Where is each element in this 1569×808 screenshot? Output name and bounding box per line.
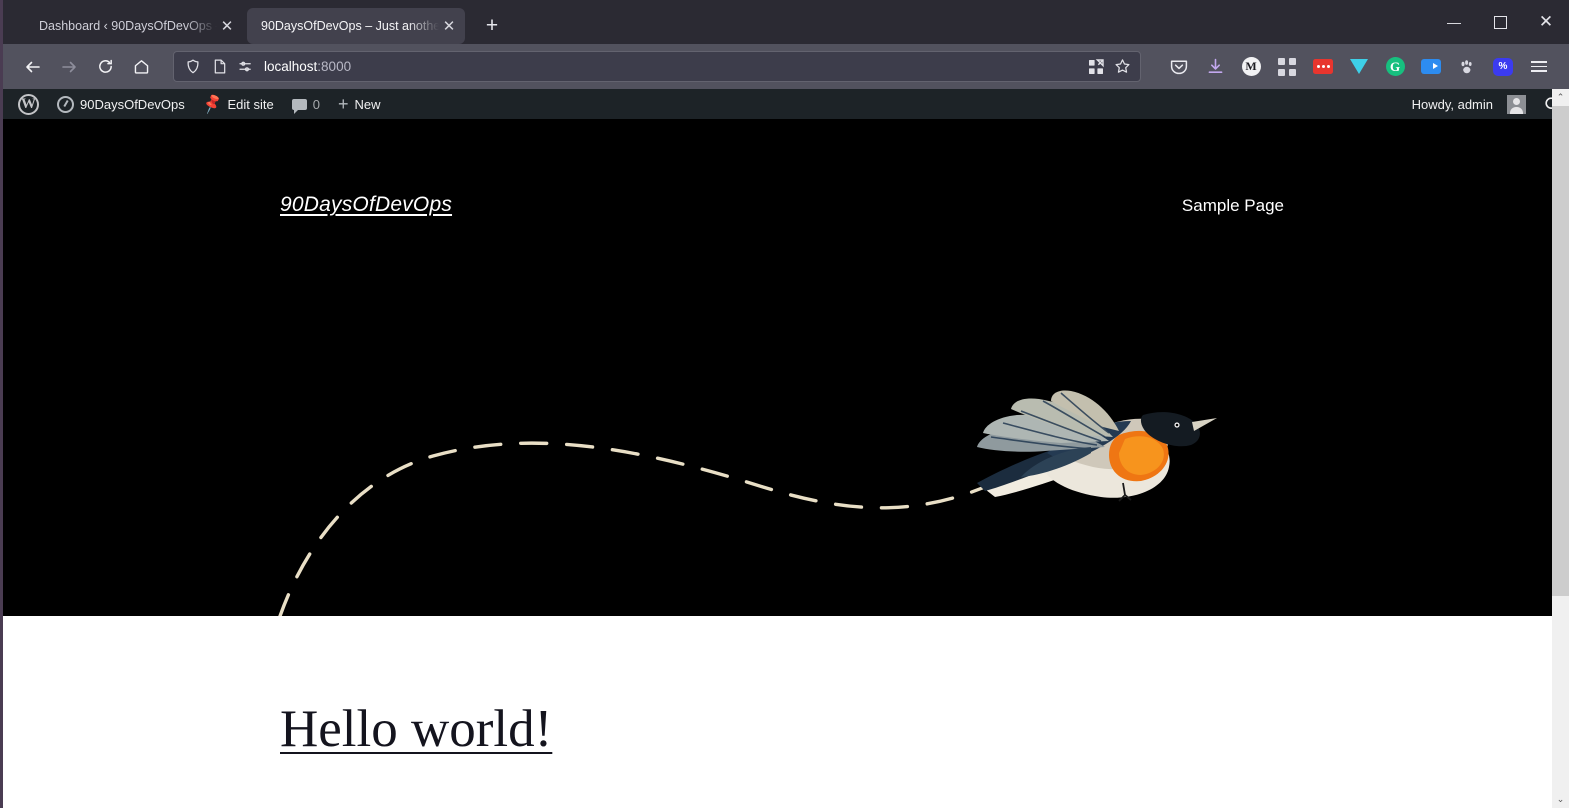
container-glyph xyxy=(1088,58,1104,74)
document-glyph xyxy=(214,59,225,74)
grammarly-icon[interactable]: G xyxy=(1377,50,1413,84)
admin-bar-site-name[interactable]: 90DaysOfDevOps xyxy=(48,89,194,119)
video-camera-icon[interactable] xyxy=(1413,50,1449,84)
star-glyph xyxy=(1115,59,1130,73)
edit-site-label: Edit site xyxy=(227,96,274,112)
site-header: 90DaysOfDevOps Sample Page xyxy=(280,193,1284,217)
hamburger-glyph xyxy=(1531,60,1547,73)
bookmark-star-icon[interactable] xyxy=(1113,57,1132,76)
paw-icon[interactable] xyxy=(1449,50,1485,84)
back-button[interactable] xyxy=(15,50,51,84)
pocket-icon[interactable] xyxy=(1161,50,1197,84)
url-host: localhost xyxy=(264,59,318,74)
window-close-button[interactable]: ✕ xyxy=(1523,0,1569,44)
paw-glyph xyxy=(1461,59,1472,73)
diamond-glyph xyxy=(1350,59,1368,74)
howdy-label: Howdy, admin xyxy=(1411,96,1493,112)
scroll-up-button[interactable]: ⌃ xyxy=(1552,89,1569,106)
scrollbar-thumb[interactable] xyxy=(1552,106,1569,596)
tab-close-icon[interactable]: ✕ xyxy=(217,16,237,36)
url-text[interactable]: localhost:8000 xyxy=(264,59,1078,74)
blue-tag-glyph: % xyxy=(1493,57,1513,76)
forward-button[interactable] xyxy=(51,50,87,84)
reload-button[interactable] xyxy=(87,50,123,84)
flight-trail-path xyxy=(278,441,1005,616)
recorder-glyph xyxy=(1313,59,1333,74)
downloads-icon[interactable] xyxy=(1197,50,1233,84)
scroll-down-button[interactable]: ⌄ xyxy=(1552,791,1569,808)
reload-icon xyxy=(98,59,112,73)
new-tab-button[interactable]: + xyxy=(475,9,509,43)
grammarly-glyph: G xyxy=(1385,57,1405,76)
extensions-toolbar: M G % xyxy=(1155,50,1557,84)
tab-title: 90DaysOfDevOps – Just another Wo xyxy=(261,19,439,33)
scrollbar-track[interactable] xyxy=(1552,106,1569,791)
permissions-icon[interactable] xyxy=(237,57,256,76)
shield-glyph xyxy=(186,59,199,74)
comment-bubble-icon xyxy=(291,98,307,114)
browser-window: Dashboard ‹ 90DaysOfDevOps — Wo ✕ 90Days… xyxy=(0,0,1569,808)
admin-bar-comments[interactable]: 0 xyxy=(283,89,329,119)
site-hero: 90DaysOfDevOps Sample Page xyxy=(3,119,1569,616)
url-port: :8000 xyxy=(317,59,352,74)
metamask-glyph: M xyxy=(1241,57,1261,76)
sliders-glyph xyxy=(239,61,251,72)
window-controls: — ✕ xyxy=(1431,0,1569,44)
admin-bar-right: Howdy, admin xyxy=(1403,89,1569,119)
tab-title: Dashboard ‹ 90DaysOfDevOps — Wo xyxy=(39,19,217,33)
admin-bar-my-account[interactable]: Howdy, admin xyxy=(1403,89,1535,119)
camera-glyph xyxy=(1421,59,1441,74)
browser-tab-dashboard[interactable]: Dashboard ‹ 90DaysOfDevOps — Wo ✕ xyxy=(25,8,243,44)
window-maximize-button[interactable] xyxy=(1477,0,1523,44)
dashboard-icon xyxy=(57,95,74,113)
site-navigation: Sample Page xyxy=(1182,196,1284,216)
diamond-icon[interactable] xyxy=(1341,50,1377,84)
home-button[interactable] xyxy=(123,50,159,84)
tab-close-icon[interactable]: ✕ xyxy=(439,16,459,36)
pocket-glyph xyxy=(1170,59,1188,74)
site-title-link[interactable]: 90DaysOfDevOps xyxy=(280,193,452,217)
nav-link-sample-page[interactable]: Sample Page xyxy=(1182,196,1284,216)
wp-admin-bar: W 90DaysOfDevOps 📌 Edit site 0 + New How… xyxy=(3,89,1569,119)
window-minimize-button[interactable]: — xyxy=(1431,0,1477,44)
navigation-toolbar: localhost:8000 M G % xyxy=(3,44,1569,89)
browser-tab-site[interactable]: 90DaysOfDevOps – Just another Wo ✕ xyxy=(247,8,465,44)
pin-icon: 📌 xyxy=(200,93,224,116)
tab-strip: Dashboard ‹ 90DaysOfDevOps — Wo ✕ 90Days… xyxy=(3,0,1569,44)
post-title-link[interactable]: Hello world! xyxy=(280,700,552,758)
blue-tag-icon[interactable]: % xyxy=(1485,50,1521,84)
wordpress-logo-icon: W xyxy=(18,93,39,115)
download-glyph xyxy=(1208,58,1222,73)
shield-icon[interactable] xyxy=(183,57,202,76)
back-arrow-icon xyxy=(26,61,40,72)
url-bar[interactable]: localhost:8000 xyxy=(173,51,1141,82)
admin-bar-edit-site[interactable]: 📌 Edit site xyxy=(194,89,283,119)
page-viewport: 90DaysOfDevOps Sample Page Hello world! xyxy=(3,119,1569,808)
container-tabs-icon[interactable] xyxy=(1086,57,1105,76)
bird-illustration xyxy=(977,390,1217,502)
metamask-icon[interactable]: M xyxy=(1233,50,1269,84)
maximize-icon xyxy=(1493,15,1507,29)
admin-bar-new[interactable]: + New xyxy=(329,89,390,119)
new-label: New xyxy=(354,96,381,112)
page-info-icon[interactable] xyxy=(210,57,229,76)
urlbar-actions xyxy=(1086,57,1132,76)
wp-logo-menu[interactable]: W xyxy=(9,89,48,119)
grid-glyph xyxy=(1278,57,1296,76)
red-recorder-icon[interactable] xyxy=(1305,50,1341,84)
extensions-grid-icon[interactable] xyxy=(1269,50,1305,84)
home-icon xyxy=(134,60,148,74)
plus-icon: + xyxy=(337,94,349,114)
app-menu-icon[interactable] xyxy=(1521,50,1557,84)
avatar xyxy=(1507,94,1526,114)
forward-arrow-icon xyxy=(62,61,76,72)
comment-count: 0 xyxy=(312,96,320,112)
post-content-area: Hello world! xyxy=(3,616,1569,808)
page-scrollbar[interactable]: ⌃ ⌄ xyxy=(1552,89,1569,808)
site-name-label: 90DaysOfDevOps xyxy=(80,96,185,112)
